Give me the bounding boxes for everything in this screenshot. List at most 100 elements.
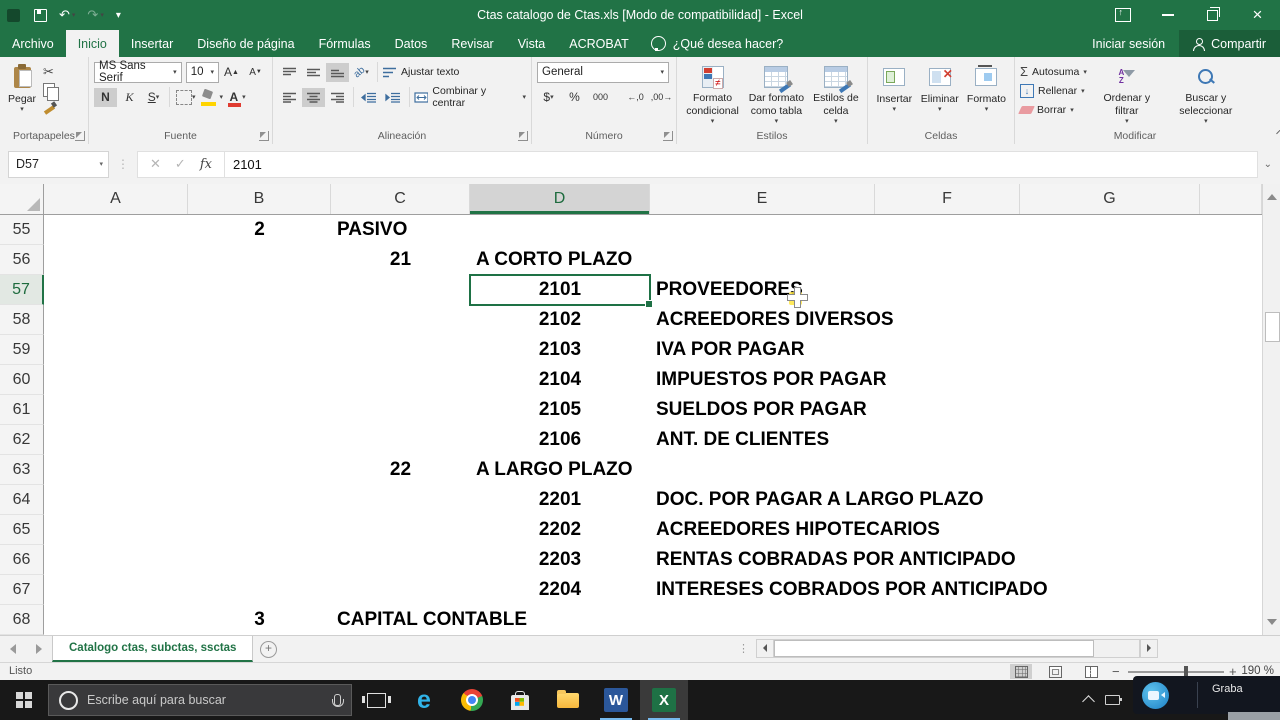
bold-button[interactable]: N — [94, 88, 117, 107]
cell-D64[interactable]: 2201 — [470, 485, 650, 515]
cell-B55[interactable]: 2 — [188, 215, 331, 245]
cell-E67[interactable]: INTERESES COBRADOS POR ANTICIPADO — [650, 575, 881, 605]
undo-button[interactable]: ↶▾ — [55, 4, 79, 26]
save-button[interactable] — [30, 4, 51, 26]
cell-E61[interactable]: SUELDOS POR PAGAR — [650, 395, 881, 425]
cell-E58[interactable]: ACREEDORES DIVERSOS — [650, 305, 881, 335]
increase-decimal-button[interactable]: ←,0 — [624, 88, 647, 107]
column-header-G[interactable]: G — [1020, 184, 1200, 214]
redo-button[interactable]: ↷▾ — [83, 4, 107, 26]
paste-button[interactable]: Pegar▾ — [5, 61, 39, 128]
cell-D63[interactable]: A LARGO PLAZO — [470, 455, 656, 485]
align-bottom-button[interactable] — [326, 63, 349, 82]
align-left-button[interactable] — [278, 88, 301, 107]
row-header-55[interactable]: 55 — [0, 215, 44, 245]
tab-insertar[interactable]: Insertar — [119, 30, 185, 57]
font-name-select[interactable]: MS Sans Serif▾ — [94, 62, 182, 83]
tab-split-handle[interactable]: ⋮ — [738, 642, 750, 655]
cell-E62[interactable]: ANT. DE CLIENTES — [650, 425, 881, 455]
close-button[interactable]: × — [1235, 0, 1280, 30]
merge-center-button[interactable]: Combinar y centrar▾ — [414, 89, 526, 106]
cell-E65[interactable]: ACREEDORES HIPOTECARIOS — [650, 515, 881, 545]
row-header-59[interactable]: 59 — [0, 335, 44, 365]
normal-view-button[interactable] — [1010, 664, 1032, 679]
decrease-decimal-button[interactable]: ,00→ — [650, 88, 673, 107]
cut-button[interactable]: ✂ — [43, 64, 57, 80]
horizontal-scroll-thumb[interactable] — [774, 640, 1094, 657]
tab-acrobat[interactable]: ACROBAT — [557, 30, 641, 57]
cell-D66[interactable]: 2203 — [470, 545, 650, 575]
cell-D61[interactable]: 2105 — [470, 395, 650, 425]
minimize-button[interactable] — [1145, 0, 1190, 30]
cell-C55[interactable]: PASIVO — [331, 215, 476, 245]
format-as-table-button[interactable]: Dar formato como tabla▾ — [745, 61, 808, 128]
copy-button[interactable] — [43, 83, 55, 97]
sheet-tab-active[interactable]: Catalogo ctas, subctas, ssctas — [52, 636, 253, 662]
task-view-button[interactable] — [352, 680, 400, 720]
cell-B68[interactable]: 3 — [188, 605, 331, 635]
dialog-launcher-icon[interactable] — [518, 131, 528, 141]
tell-me-box[interactable]: ¿Qué desea hacer? — [641, 30, 794, 57]
tab-formulas[interactable]: Fórmulas — [307, 30, 383, 57]
cell-D65[interactable]: 2202 — [470, 515, 650, 545]
number-format-select[interactable]: General▾ — [537, 62, 669, 83]
select-all-corner[interactable] — [0, 184, 44, 214]
orientation-button[interactable]: ab▾ — [350, 63, 373, 82]
zoom-slider[interactable] — [1128, 671, 1224, 673]
scroll-left-icon[interactable] — [756, 639, 774, 658]
decrease-font-button[interactable]: A▼ — [244, 63, 267, 82]
currency-button[interactable]: $▾ — [537, 88, 560, 107]
row-header-63[interactable]: 63 — [0, 455, 44, 485]
enter-icon[interactable]: ✓ — [175, 156, 186, 172]
font-size-select[interactable]: 10▾ — [186, 62, 219, 83]
formula-input[interactable]: 2101 — [225, 151, 1258, 178]
align-center-button[interactable] — [302, 88, 325, 107]
start-button[interactable] — [0, 680, 48, 720]
align-middle-button[interactable] — [302, 63, 325, 82]
taskbar-edge[interactable]: e — [400, 680, 448, 720]
row-header-67[interactable]: 67 — [0, 575, 44, 605]
wrap-text-button[interactable]: Ajustar texto — [382, 64, 459, 81]
taskbar-chrome[interactable] — [448, 680, 496, 720]
align-right-button[interactable] — [326, 88, 349, 107]
scroll-right-icon[interactable] — [1140, 639, 1158, 658]
row-header-58[interactable]: 58 — [0, 305, 44, 335]
percent-button[interactable]: % — [563, 88, 586, 107]
tab-datos[interactable]: Datos — [383, 30, 440, 57]
ribbon-display-options-button[interactable] — [1100, 0, 1145, 30]
share-button[interactable]: Compartir — [1179, 30, 1280, 57]
column-header-B[interactable]: B — [188, 184, 331, 214]
cancel-icon[interactable]: ✕ — [150, 156, 161, 172]
new-sheet-button[interactable]: + — [253, 636, 283, 662]
insert-cells-button[interactable]: Insertar▾ — [873, 61, 916, 128]
row-header-57[interactable]: 57 — [0, 275, 44, 305]
page-layout-view-button[interactable] — [1044, 664, 1066, 679]
dialog-launcher-icon[interactable] — [663, 131, 673, 141]
row-header-61[interactable]: 61 — [0, 395, 44, 425]
row-header-66[interactable]: 66 — [0, 545, 44, 575]
cell-C68[interactable]: CAPITAL CONTABLE — [331, 605, 476, 635]
taskbar-excel[interactable]: X — [640, 680, 688, 720]
sheet-nav-left-icon[interactable] — [0, 636, 26, 662]
column-header-E[interactable]: E — [650, 184, 875, 214]
tab-vista[interactable]: Vista — [506, 30, 558, 57]
autosum-button[interactable]: Σ Autosuma▾ — [1020, 63, 1087, 80]
scroll-down-icon[interactable] — [1267, 619, 1277, 630]
dialog-launcher-icon[interactable] — [259, 131, 269, 141]
tab-inicio[interactable]: Inicio — [66, 30, 119, 57]
name-box[interactable]: D57▾ — [8, 151, 109, 178]
cell-C56[interactable]: 21 — [331, 245, 470, 275]
sign-in-button[interactable]: Iniciar sesión — [1078, 30, 1179, 57]
row-header-56[interactable]: 56 — [0, 245, 44, 275]
search-input[interactable]: Escribe aquí para buscar — [48, 684, 352, 716]
vertical-scroll-thumb[interactable] — [1265, 312, 1280, 342]
row-header-65[interactable]: 65 — [0, 515, 44, 545]
customize-qat-button[interactable]: ▾ — [112, 4, 125, 26]
restore-button[interactable] — [1190, 0, 1235, 30]
increase-font-button[interactable]: A▲ — [220, 63, 243, 82]
clear-button[interactable]: Borrar▾ — [1020, 101, 1087, 118]
insert-function-icon[interactable]: fx — [200, 157, 212, 172]
column-header-D[interactable]: D — [470, 184, 650, 214]
column-header-partial[interactable] — [1200, 184, 1262, 214]
cell-E64[interactable]: DOC. POR PAGAR A LARGO PLAZO — [650, 485, 881, 515]
